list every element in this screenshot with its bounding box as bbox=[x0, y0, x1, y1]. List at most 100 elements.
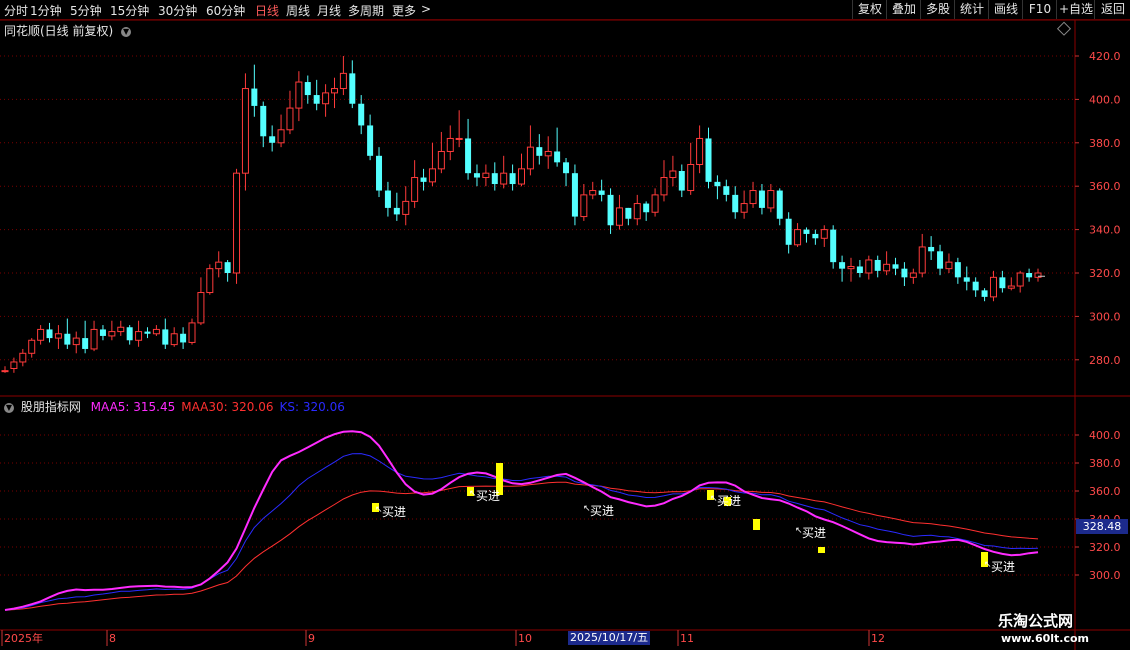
candle-body bbox=[197, 292, 205, 324]
candle-body bbox=[90, 328, 98, 350]
candle-body bbox=[28, 339, 36, 354]
candle-body bbox=[945, 261, 953, 270]
candle-body bbox=[749, 190, 757, 205]
indicator-tick-label: 380.0 bbox=[1089, 457, 1121, 470]
candle-body bbox=[732, 194, 739, 213]
candle-body bbox=[937, 251, 944, 269]
candle-body bbox=[526, 146, 534, 170]
candle-body bbox=[37, 328, 45, 341]
candle-body bbox=[544, 150, 552, 157]
candle-body bbox=[286, 107, 294, 131]
candle-body bbox=[1007, 285, 1015, 289]
diamond-icon bbox=[1056, 21, 1072, 36]
candle-body bbox=[794, 229, 802, 246]
maa5-line bbox=[4, 430, 1039, 611]
candle-body bbox=[740, 203, 748, 213]
candle-body bbox=[865, 259, 873, 274]
candle-body bbox=[295, 81, 303, 109]
candle-body bbox=[473, 173, 480, 178]
buy-signal-arrow: ↖ bbox=[469, 489, 477, 499]
candle-body bbox=[607, 194, 614, 226]
candle-body bbox=[420, 177, 427, 182]
candle-body bbox=[999, 277, 1006, 289]
indicator-tick-label: 300.0 bbox=[1089, 569, 1121, 582]
buy-signal-arrow: ↖ bbox=[984, 560, 992, 570]
candle-body bbox=[304, 82, 311, 96]
candle-body bbox=[954, 262, 961, 278]
candle-body bbox=[643, 203, 650, 213]
candle-body bbox=[19, 352, 27, 363]
candle-body bbox=[135, 331, 143, 341]
candle-body bbox=[446, 137, 454, 152]
candle-body bbox=[215, 261, 223, 270]
candle-body bbox=[1, 370, 9, 373]
candle-body bbox=[509, 173, 516, 185]
candle-body bbox=[330, 88, 338, 94]
candle-body bbox=[651, 194, 659, 213]
price-tick-label: 320.0 bbox=[1089, 267, 1121, 280]
candle-body bbox=[117, 326, 125, 333]
candle-body bbox=[883, 263, 891, 272]
candle-body bbox=[269, 136, 276, 143]
price-tick-label: 360.0 bbox=[1089, 180, 1121, 193]
buy-signal-arrow: ↖ bbox=[583, 504, 591, 514]
candle-body bbox=[767, 190, 775, 209]
candle-body bbox=[1016, 272, 1024, 287]
candle-body bbox=[678, 171, 685, 191]
candle-body bbox=[437, 150, 445, 170]
candle-body bbox=[491, 173, 498, 185]
candle-body bbox=[313, 95, 320, 104]
candle-body bbox=[180, 333, 187, 343]
candle-body bbox=[251, 88, 258, 106]
candle-body bbox=[54, 333, 62, 339]
candle-body bbox=[812, 233, 819, 239]
candle-body bbox=[206, 268, 214, 294]
watermark-url: www.60lt.com bbox=[1001, 632, 1090, 645]
candle-body bbox=[349, 73, 356, 104]
candle-body bbox=[46, 329, 53, 339]
candle-body bbox=[384, 190, 391, 208]
buy-signal-arrow: ↖ bbox=[375, 505, 383, 515]
candle-body bbox=[108, 331, 116, 337]
buy-signal-label: 买进 bbox=[802, 526, 826, 540]
candle-body bbox=[358, 103, 365, 126]
candle-body bbox=[64, 333, 71, 345]
candle-body bbox=[393, 207, 400, 215]
candle-body bbox=[687, 164, 695, 192]
candle-body bbox=[554, 151, 561, 163]
price-tick-label: 400.0 bbox=[1089, 93, 1121, 106]
candle-body bbox=[233, 172, 241, 274]
candle-body bbox=[901, 268, 908, 278]
candle-body bbox=[82, 338, 89, 349]
cursor-date-label: 2025/10/17/五 bbox=[568, 631, 651, 645]
buy-signal-label: 买进 bbox=[717, 494, 741, 508]
candle-body bbox=[669, 170, 677, 179]
buy-signal-label: 买进 bbox=[382, 505, 406, 519]
candle-body bbox=[428, 168, 436, 183]
candle-body bbox=[339, 72, 347, 90]
candle-body bbox=[589, 190, 597, 196]
candle-body bbox=[188, 322, 196, 343]
candle-body bbox=[598, 190, 605, 195]
buy-signal-label: 买进 bbox=[590, 504, 614, 518]
candle-body bbox=[260, 105, 267, 137]
candle-body bbox=[126, 327, 133, 341]
price-tick-label: 340.0 bbox=[1089, 224, 1121, 237]
candle-body bbox=[847, 265, 855, 270]
buy-signal-label: 买进 bbox=[476, 489, 500, 503]
kline-chart[interactable]: 420.0 400.0 380.0 360.0 340.0 320.0 300.0 280.0… bbox=[0, 0, 1130, 650]
candle-body bbox=[536, 147, 543, 156]
candle-body bbox=[918, 246, 926, 274]
candle-body bbox=[241, 88, 249, 174]
candle-body bbox=[660, 177, 668, 196]
candle-body bbox=[874, 259, 881, 271]
candle-body bbox=[989, 276, 997, 298]
indicator-tick-label: 360.0 bbox=[1089, 485, 1121, 498]
candle-body bbox=[633, 203, 641, 220]
candle-body bbox=[714, 181, 721, 187]
candle-body bbox=[892, 264, 899, 269]
candle-body bbox=[972, 281, 979, 291]
xaxis-label: 9 bbox=[308, 632, 315, 645]
candle-body bbox=[10, 361, 18, 369]
candle-body bbox=[928, 246, 935, 252]
